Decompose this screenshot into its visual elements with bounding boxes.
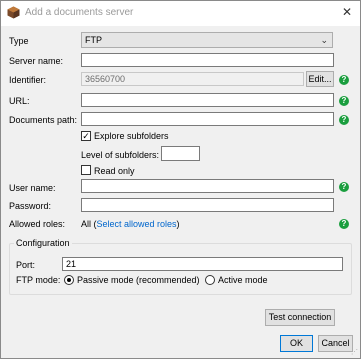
identifier-field: 36560700 bbox=[81, 72, 304, 86]
password-label: Password: bbox=[9, 201, 52, 211]
server-name-input[interactable] bbox=[81, 53, 334, 67]
documents-path-input[interactable] bbox=[81, 112, 334, 126]
read-only-label: Read only bbox=[94, 166, 135, 176]
read-only-checkbox[interactable] bbox=[81, 165, 91, 175]
explore-subfolders-checkbox[interactable]: ✓ bbox=[81, 131, 91, 141]
server-name-label: Server name: bbox=[9, 56, 64, 66]
user-name-help-icon[interactable]: ? bbox=[339, 182, 349, 192]
allowed-roles-help-icon[interactable]: ? bbox=[339, 219, 349, 229]
passive-mode-label: Passive mode (recommended) bbox=[77, 275, 200, 285]
port-input[interactable]: 21 bbox=[62, 257, 343, 271]
url-label: URL: bbox=[9, 96, 30, 106]
resize-grip-icon[interactable]: ⋰ bbox=[351, 348, 358, 356]
explore-subfolders-label: Explore subfolders bbox=[94, 131, 169, 141]
dialog-title: Add a documents server bbox=[25, 7, 134, 18]
user-name-input[interactable] bbox=[81, 179, 334, 193]
url-help-icon[interactable]: ? bbox=[339, 96, 349, 106]
configuration-title: Configuration bbox=[14, 238, 72, 248]
edit-identifier-button[interactable]: Edit... bbox=[306, 71, 334, 87]
level-of-subfolders-input[interactable] bbox=[161, 146, 200, 161]
identifier-label: Identifier: bbox=[9, 75, 47, 85]
ok-button[interactable]: OK bbox=[280, 335, 313, 352]
documents-path-help-icon[interactable]: ? bbox=[339, 115, 349, 125]
allowed-roles-value: All (Select allowed roles) bbox=[81, 219, 180, 229]
passive-mode-radio[interactable] bbox=[64, 275, 74, 285]
close-icon[interactable]: ✕ bbox=[342, 5, 352, 19]
port-label: Port: bbox=[16, 260, 36, 270]
active-mode-label: Active mode bbox=[218, 275, 268, 285]
app-icon bbox=[7, 6, 20, 19]
test-connection-button[interactable]: Test connection bbox=[265, 309, 335, 326]
type-select[interactable]: FTP ⌄ bbox=[81, 32, 333, 48]
cancel-button[interactable]: Cancel bbox=[318, 335, 353, 352]
title-bar: Add a documents server ✕ bbox=[1, 1, 360, 26]
select-allowed-roles-link[interactable]: Select allowed roles bbox=[97, 219, 177, 229]
chevron-down-icon: ⌄ bbox=[320, 35, 328, 45]
active-mode-radio[interactable] bbox=[205, 275, 215, 285]
ftp-mode-label: FTP mode: bbox=[16, 275, 61, 285]
add-documents-server-dialog: Add a documents server ✕ Type FTP ⌄ Serv… bbox=[0, 0, 361, 359]
identifier-help-icon[interactable]: ? bbox=[339, 75, 349, 85]
type-label: Type bbox=[9, 36, 29, 46]
url-input[interactable] bbox=[81, 93, 334, 107]
level-of-subfolders-label: Level of subfolders: bbox=[81, 150, 160, 160]
documents-path-label: Documents path: bbox=[9, 115, 78, 125]
password-input[interactable] bbox=[81, 198, 334, 212]
type-value: FTP bbox=[85, 35, 102, 45]
allowed-roles-label: Allowed roles: bbox=[9, 219, 66, 229]
user-name-label: User name: bbox=[9, 183, 56, 193]
